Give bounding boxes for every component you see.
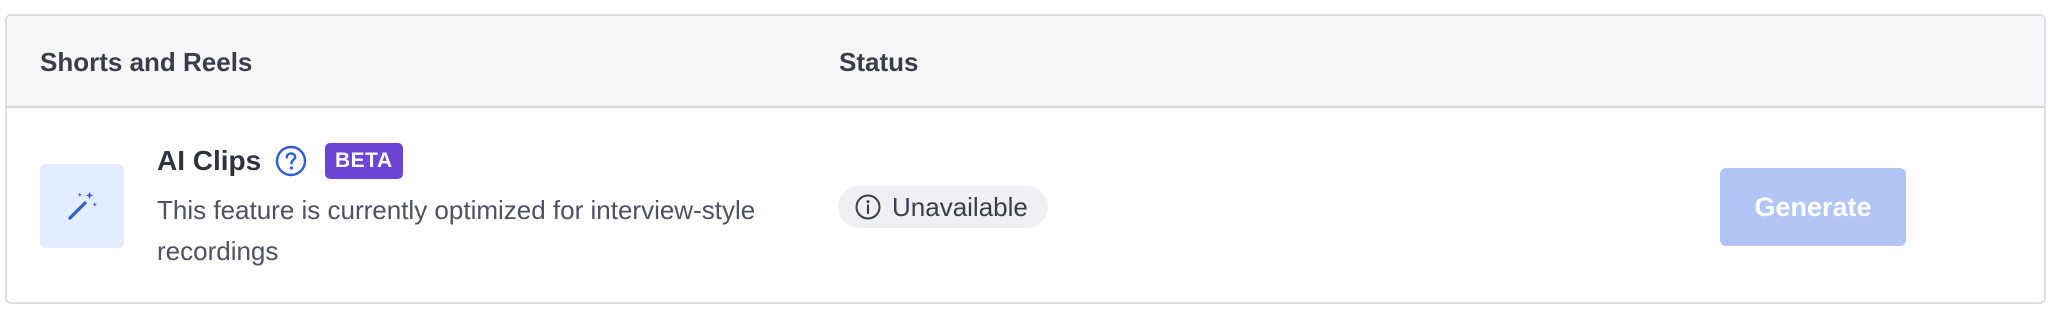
column-header-name: Shorts and Reels — [40, 47, 253, 77]
status-badge: Unavailable — [838, 186, 1048, 228]
magic-wand-icon — [68, 191, 97, 220]
feature-description: This feature is currently optimized for … — [157, 195, 756, 266]
table-header-row: Shorts and Reels Status — [7, 16, 2044, 108]
feature-icon-box — [40, 164, 124, 248]
status-text: Unavailable — [892, 192, 1028, 222]
shorts-and-reels-card: Shorts and Reels Status AI Clips BETA Th… — [5, 14, 2046, 304]
feature-title: AI Clips — [157, 145, 262, 176]
generate-button[interactable]: Generate — [1720, 168, 1906, 246]
question-circle-icon[interactable] — [274, 144, 308, 178]
beta-badge: BETA — [325, 143, 403, 179]
info-circle-icon — [855, 194, 881, 220]
column-header-status: Status — [839, 47, 919, 77]
